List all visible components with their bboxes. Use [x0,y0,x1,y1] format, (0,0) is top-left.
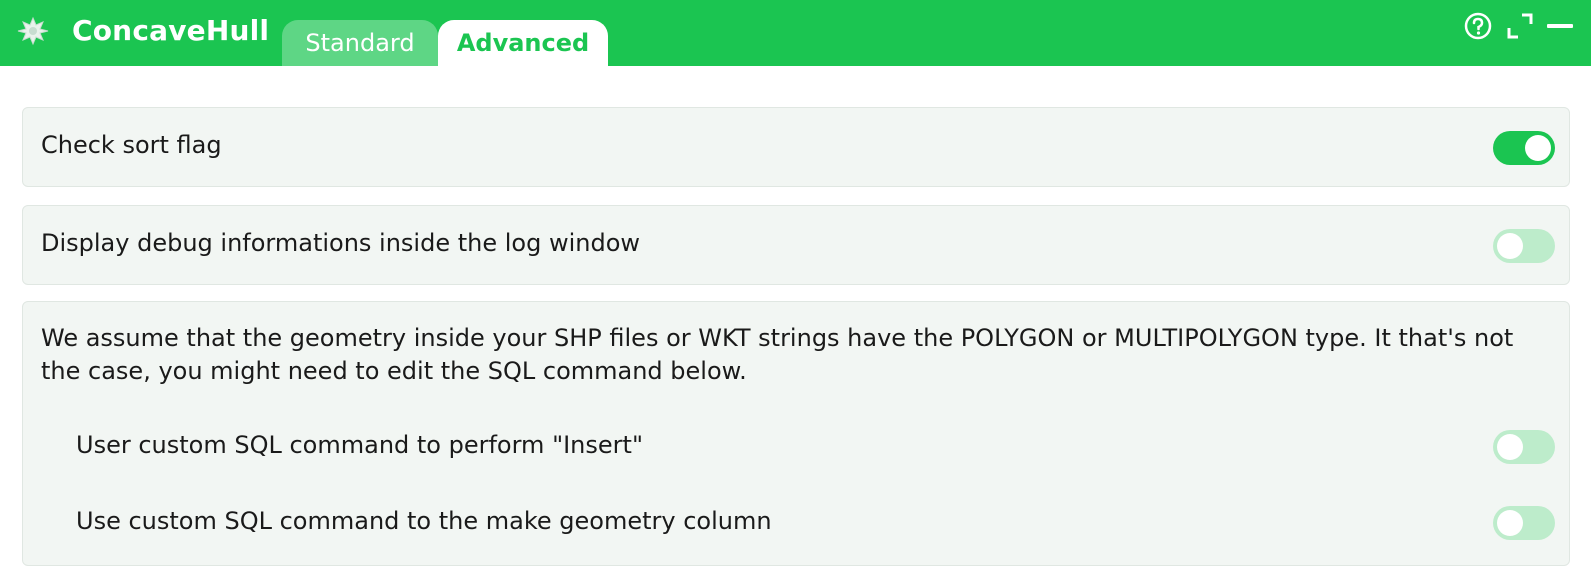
setting-custom-insert: User custom SQL command to perform "Inse… [23,427,1569,467]
tab-advanced[interactable]: Advanced [438,20,608,66]
setting-label: Check sort flag [41,131,222,159]
setting-check-sort: Check sort flag [22,107,1570,187]
sql-geometry-note: We assume that the geometry inside your … [41,324,1514,385]
setting-custom-geometry: Use custom SQL command to the make geome… [23,503,1569,543]
setting-label: Use custom SQL command to the make geome… [76,507,772,535]
toggle-knob [1497,434,1523,460]
toggle-knob [1497,510,1523,536]
debug-log-toggle[interactable] [1493,229,1555,263]
maximize-icon [1506,12,1534,44]
sql-settings-panel: We assume that the geometry inside your … [22,301,1570,566]
help-icon [1463,11,1493,45]
toggle-knob [1497,233,1523,259]
plugin-leaf-icon [16,16,50,46]
toggle-knob [1525,135,1551,161]
tab-label: Standard [305,29,415,57]
minimize-button[interactable] [1544,12,1576,44]
setting-label: Display debug informations inside the lo… [41,229,641,257]
custom-geometry-toggle[interactable] [1493,506,1555,540]
help-button[interactable] [1462,12,1494,44]
setting-debug-log: Display debug informations inside the lo… [22,205,1570,285]
custom-insert-toggle[interactable] [1493,430,1555,464]
tab-standard[interactable]: Standard [282,20,438,66]
setting-label: User custom SQL command to perform "Inse… [76,431,643,459]
app-title: ConcaveHull [72,14,270,47]
title-bar: ConcaveHull Standard Advanced [0,0,1591,66]
tab-label: Advanced [456,29,590,57]
check-sort-toggle[interactable] [1493,131,1555,165]
minimize-icon [1546,12,1574,44]
maximize-button[interactable] [1504,12,1536,44]
